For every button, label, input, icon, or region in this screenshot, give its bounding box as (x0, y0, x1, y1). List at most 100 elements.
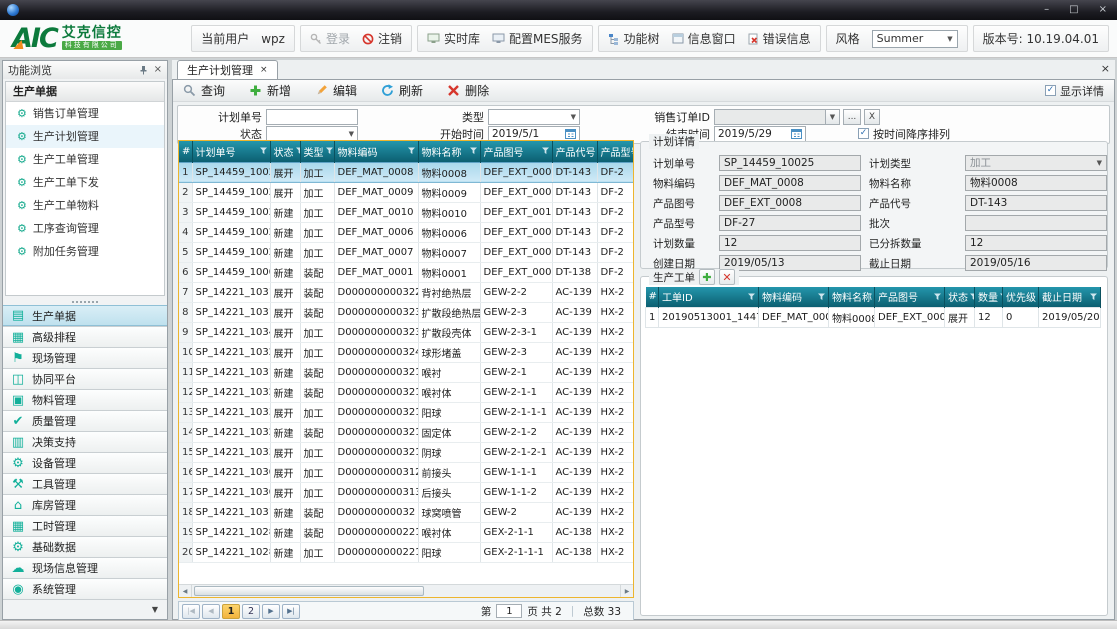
style-select[interactable]: Summer▼ (872, 30, 958, 48)
refresh-button[interactable]: 刷新 (381, 82, 423, 99)
plan-no-input[interactable] (266, 109, 358, 125)
column-header-产品型号[interactable]: 产品型号 (597, 141, 633, 162)
table-row[interactable]: 1SP_14459_10025展开加工DEF_MAT_0008物料0008DEF… (179, 162, 633, 182)
wo-column-header-物料名称[interactable]: 物料名称 (829, 287, 875, 307)
delete-button[interactable]: 删除 (447, 82, 489, 99)
info-window-button[interactable]: 信息窗口 (672, 30, 736, 47)
sidebar-item-附加任务管理[interactable]: ⚙附加任务管理 (6, 240, 164, 263)
wo-column-header-数量[interactable]: 数量 (975, 287, 1003, 307)
detail-field-已分拆数量[interactable]: 12 (965, 235, 1107, 251)
module-production-docs[interactable]: ▤生产单据 (3, 305, 167, 326)
wo-column-header-优先级[interactable]: 优先级 (1003, 287, 1039, 307)
module-overflow-button[interactable]: ▼ (3, 599, 167, 619)
table-row[interactable]: 3SP_14459_10027新建加工DEF_MAT_0010物料0010DEF… (179, 202, 633, 222)
detail-field-计划类型[interactable]: 加工▼ (965, 155, 1107, 171)
detail-field-产品图号[interactable]: DEF_EXT_0008 (719, 195, 861, 211)
detail-field-物料名称[interactable]: 物料0008 (965, 175, 1107, 191)
work-order-add-button[interactable]: ✚ (699, 269, 715, 285)
detail-field-截止日期[interactable]: 2019/05/16 (965, 255, 1107, 271)
horizontal-scrollbar[interactable]: ◀ ▶ (179, 584, 633, 597)
table-row[interactable]: 5SP_14459_10024新建加工DEF_MAT_0007物料0007DEF… (179, 242, 633, 262)
column-header-类型[interactable]: 类型 (300, 141, 334, 162)
column-header-产品图号[interactable]: 产品图号 (480, 141, 552, 162)
filter-icon[interactable] (1090, 293, 1097, 301)
scrollbar-thumb[interactable] (194, 586, 424, 596)
pin-icon[interactable] (139, 65, 148, 75)
module-decision-support[interactable]: ▥决策支持 (3, 431, 167, 452)
realtime-db-button[interactable]: 实时库 (427, 30, 480, 47)
sidebar-splitter[interactable] (3, 298, 167, 305)
filter-icon[interactable] (818, 293, 825, 301)
window-maximize-button[interactable]: □ (1066, 4, 1081, 16)
sidebar-item-生产工单管理[interactable]: ⚙生产工单管理 (6, 148, 164, 171)
last-page-button[interactable]: ▶| (282, 604, 300, 619)
module-site-info-management[interactable]: ☁现场信息管理 (3, 557, 167, 578)
sales-order-input[interactable] (714, 109, 826, 125)
column-header-#[interactable]: # (179, 141, 192, 162)
table-row[interactable]: 2SP_14459_10026展开加工DEF_MAT_0009物料0009DEF… (179, 182, 633, 202)
module-collaboration-platform[interactable]: ◫协同平台 (3, 368, 167, 389)
module-material-management[interactable]: ▣物料管理 (3, 389, 167, 410)
sidebar-item-生产工单物料[interactable]: ⚙生产工单物料 (6, 194, 164, 217)
filter-icon[interactable] (934, 293, 941, 301)
module-warehouse-management[interactable]: ⌂库房管理 (3, 494, 167, 515)
wo-column-header-#[interactable]: # (646, 287, 659, 307)
sidebar-close-icon[interactable]: × (154, 64, 162, 75)
column-header-物料编码[interactable]: 物料编码 (334, 141, 418, 162)
document-close-button[interactable]: × (1101, 62, 1110, 75)
scroll-left-arrow[interactable]: ◀ (179, 585, 192, 597)
query-button[interactable]: 查询 (183, 82, 225, 99)
table-row[interactable]: 20SP_14221_10286新建加工D0000000002213阳球GEX-… (179, 542, 633, 562)
filter-icon[interactable] (260, 147, 267, 155)
sales-order-clear-button[interactable]: X (864, 109, 880, 125)
table-row[interactable]: 6SP_14459_10001新建装配DEF_MAT_0001物料0001DEF… (179, 262, 633, 282)
sidebar-item-生产工单下发[interactable]: ⚙生产工单下发 (6, 171, 164, 194)
column-header-状态[interactable]: 状态 (270, 141, 300, 162)
sales-order-browse-button[interactable]: ... (843, 109, 861, 125)
table-row[interactable]: 17SP_14221_10307展开加工D000000000313后接头GEW-… (179, 482, 633, 502)
detail-field-计划单号[interactable]: SP_14459_10025 (719, 155, 861, 171)
table-row[interactable]: 120190513001_14476DEF_MAT_0008物料0008DEF_… (646, 307, 1101, 327)
page-number-input[interactable]: 1 (496, 604, 522, 618)
sidebar-item-销售订单管理[interactable]: ⚙销售订单管理 (6, 102, 164, 125)
tab-close-icon[interactable]: × (260, 65, 268, 75)
table-row[interactable]: 7SP_14221_10316展开装配D000000000322背衬绝热层GEW… (179, 282, 633, 302)
next-page-button[interactable]: ▶ (262, 604, 280, 619)
table-row[interactable]: 15SP_14221_10334展开加工D0000000003214阴球GEW-… (179, 442, 633, 462)
logout-button[interactable]: 注销 (362, 30, 402, 47)
wo-column-header-截止日期[interactable]: 截止日期 (1039, 287, 1101, 307)
detail-field-计划数量[interactable]: 12 (719, 235, 861, 251)
sales-order-dropdown-button[interactable]: ▼ (826, 109, 840, 125)
table-row[interactable]: 11SP_14221_10313新建装配D000000000321喉衬GEW-2… (179, 362, 633, 382)
module-advanced-scheduling[interactable]: ▦高级排程 (3, 326, 167, 347)
module-equipment-management[interactable]: ⚙设备管理 (3, 452, 167, 473)
prev-page-button[interactable]: ◀ (202, 604, 220, 619)
page-button-2[interactable]: 2 (242, 604, 260, 619)
sidebar-item-工序查询管理[interactable]: ⚙工序查询管理 (6, 217, 164, 240)
column-header-物料名称[interactable]: 物料名称 (418, 141, 480, 162)
module-shopfloor-management[interactable]: ⚑现场管理 (3, 347, 167, 368)
login-button[interactable]: 登录 (310, 30, 350, 47)
scroll-right-arrow[interactable]: ▶ (620, 585, 633, 597)
table-row[interactable]: 4SP_14459_10023新建加工DEF_MAT_0006物料0006DEF… (179, 222, 633, 242)
wo-column-header-物料编码[interactable]: 物料编码 (759, 287, 829, 307)
error-info-button[interactable]: 错误信息 (748, 30, 811, 47)
type-select[interactable]: ▼ (488, 109, 580, 125)
edit-button[interactable]: 编辑 (315, 82, 357, 99)
module-base-data[interactable]: ⚙基础数据 (3, 536, 167, 557)
add-button[interactable]: 新增 (249, 82, 291, 99)
config-mes-button[interactable]: 配置MES服务 (492, 30, 583, 47)
window-close-button[interactable]: × (1096, 4, 1110, 16)
column-header-产品代号[interactable]: 产品代号 (552, 141, 597, 162)
detail-field-物料编码[interactable]: DEF_MAT_0008 (719, 175, 861, 191)
table-row[interactable]: 13SP_14221_10331展开加工D0000000003213阳球GEW-… (179, 402, 633, 422)
filter-icon[interactable] (408, 147, 415, 155)
table-row[interactable]: 16SP_14221_10304展开加工D000000000312前接头GEW-… (179, 462, 633, 482)
module-quality-management[interactable]: ✔质量管理 (3, 410, 167, 431)
table-row[interactable]: 10SP_14221_10322展开加工D000000000324球形堵盖GEW… (179, 342, 633, 362)
first-page-button[interactable]: |◀ (182, 604, 200, 619)
filter-icon[interactable] (970, 293, 975, 301)
wo-column-header-产品图号[interactable]: 产品图号 (875, 287, 945, 307)
table-row[interactable]: 9SP_14221_10340展开加工D0000000003231扩散段壳体GE… (179, 322, 633, 342)
table-row[interactable]: 19SP_14221_10280新建装配D0000000002211喉衬体GEX… (179, 522, 633, 542)
